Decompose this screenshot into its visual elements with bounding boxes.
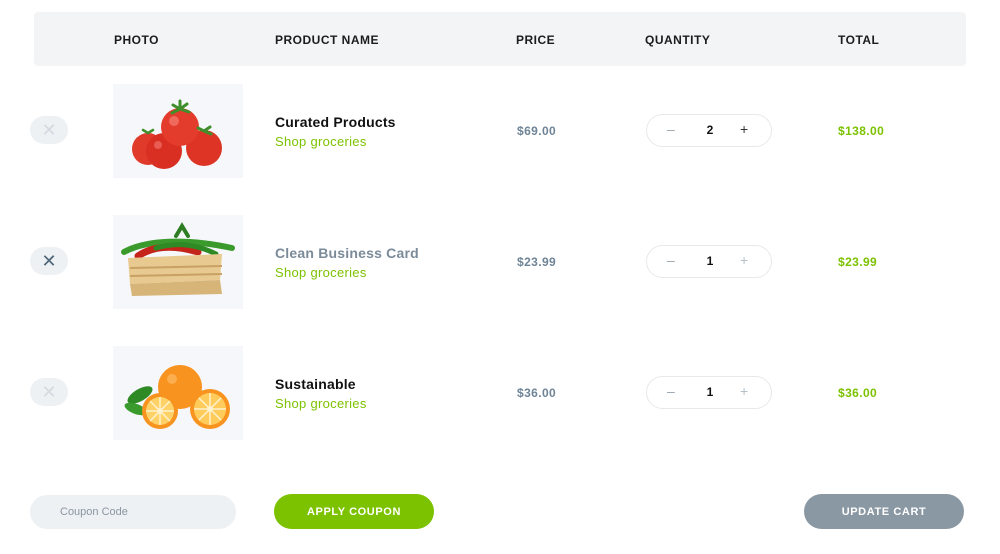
tomatoes-image — [132, 99, 222, 169]
row-total: $23.99 — [838, 255, 878, 269]
header-product-name: PRODUCT NAME — [275, 33, 379, 47]
quantity-value[interactable]: 2 — [705, 123, 715, 137]
product-price: $23.99 — [517, 255, 557, 269]
quantity-stepper[interactable]: – 1 + — [646, 376, 772, 409]
plus-icon[interactable]: + — [740, 252, 748, 268]
coupon-code-input[interactable] — [30, 495, 236, 529]
table-row: ✕ Sustainable Shop groceries $36.00 – 1 … — [0, 342, 1000, 442]
oranges-image — [124, 365, 230, 429]
product-name[interactable]: Curated Products — [275, 114, 396, 130]
quantity-stepper[interactable]: – 1 + — [646, 245, 772, 278]
product-price: $69.00 — [517, 124, 557, 138]
product-thumbnail[interactable] — [113, 215, 243, 309]
plus-icon[interactable]: + — [740, 383, 748, 399]
header-quantity: QUANTITY — [645, 33, 711, 47]
update-cart-button[interactable]: UPDATE CART — [804, 494, 964, 529]
product-thumbnail[interactable] — [113, 84, 243, 178]
remove-item-button[interactable]: ✕ — [30, 378, 68, 406]
close-icon: ✕ — [41, 250, 57, 271]
product-name[interactable]: Clean Business Card — [275, 245, 419, 261]
chili-peppers-crate-image — [121, 222, 235, 296]
cart-table-header — [34, 12, 966, 66]
minus-icon[interactable]: – — [667, 252, 675, 268]
header-photo: PHOTO — [114, 33, 159, 47]
product-category-link[interactable]: Shop groceries — [275, 265, 367, 280]
minus-icon[interactable]: – — [667, 383, 675, 399]
quantity-value[interactable]: 1 — [705, 385, 715, 399]
table-row: ✕ Clean Business Card Shop groceries $23… — [0, 211, 1000, 311]
quantity-stepper[interactable]: – 2 + — [646, 114, 772, 147]
header-total: TOTAL — [838, 33, 880, 47]
row-total: $36.00 — [838, 386, 878, 400]
close-icon: ✕ — [41, 119, 57, 140]
header-price: PRICE — [516, 33, 556, 47]
close-icon: ✕ — [41, 381, 57, 402]
product-name[interactable]: Sustainable — [275, 376, 356, 392]
product-thumbnail[interactable] — [113, 346, 243, 440]
apply-coupon-button[interactable]: APPLY COUPON — [274, 494, 434, 529]
minus-icon[interactable]: – — [667, 121, 675, 137]
product-category-link[interactable]: Shop groceries — [275, 134, 367, 149]
remove-item-button[interactable]: ✕ — [30, 116, 68, 144]
quantity-value[interactable]: 1 — [705, 254, 715, 268]
remove-item-button[interactable]: ✕ — [30, 247, 68, 275]
product-category-link[interactable]: Shop groceries — [275, 396, 367, 411]
row-total: $138.00 — [838, 124, 885, 138]
table-row: ✕ Curated Products Shop groceries $69.00… — [0, 80, 1000, 180]
product-price: $36.00 — [517, 386, 557, 400]
plus-icon[interactable]: + — [740, 121, 748, 137]
